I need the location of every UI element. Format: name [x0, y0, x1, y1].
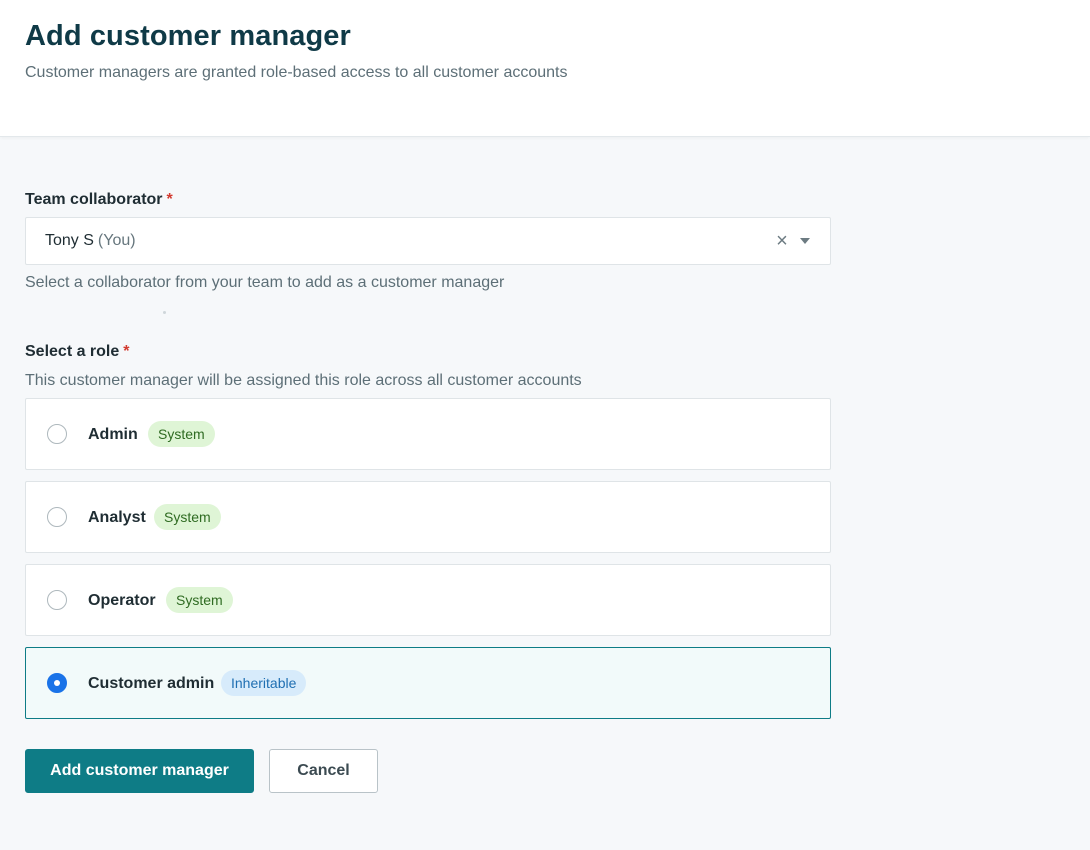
- role-option-admin[interactable]: Admin System: [25, 398, 831, 470]
- inheritable-badge: Inheritable: [221, 670, 307, 696]
- collaborator-name: Tony S: [45, 232, 94, 249]
- role-name: Analyst: [88, 509, 146, 526]
- collaborator-helper: Select a collaborator from your team to …: [25, 274, 505, 291]
- radio-button[interactable]: [47, 507, 67, 527]
- collaborator-you-suffix: (You): [97, 232, 136, 249]
- divider-dot: [163, 311, 166, 314]
- role-label: Select a role *: [25, 343, 130, 361]
- radio-button[interactable]: [47, 590, 67, 610]
- role-option-operator[interactable]: Operator System: [25, 564, 831, 636]
- radio-button[interactable]: [47, 424, 67, 444]
- clear-icon[interactable]: ×: [774, 231, 790, 251]
- role-name: Customer admin: [88, 675, 215, 692]
- required-mark: *: [123, 343, 130, 360]
- collaborator-select-value: Tony S (You): [45, 232, 136, 250]
- page-subtitle: Customer managers are granted role-based…: [25, 64, 568, 81]
- collaborator-select[interactable]: Tony S (You) ×: [25, 217, 831, 265]
- system-badge: System: [154, 504, 221, 530]
- page-title: Add customer manager: [25, 20, 351, 52]
- chevron-down-icon[interactable]: [800, 238, 810, 244]
- cancel-button[interactable]: Cancel: [269, 749, 378, 793]
- radio-button-checked[interactable]: [47, 673, 67, 693]
- required-mark: *: [166, 191, 173, 208]
- role-name: Operator: [88, 592, 156, 609]
- role-label-text: Select a role: [25, 343, 120, 360]
- collaborator-label: Team collaborator *: [25, 191, 173, 209]
- role-option-customer-admin[interactable]: Customer admin Inheritable: [25, 647, 831, 719]
- system-badge: System: [148, 421, 215, 447]
- page-header: Add customer manager Customer managers a…: [0, 0, 1090, 137]
- collaborator-label-text: Team collaborator: [25, 191, 163, 208]
- system-badge: System: [166, 587, 233, 613]
- add-customer-manager-button[interactable]: Add customer manager: [25, 749, 254, 793]
- role-name: Admin: [88, 426, 138, 443]
- role-option-analyst[interactable]: Analyst System: [25, 481, 831, 553]
- role-helper: This customer manager will be assigned t…: [25, 372, 582, 389]
